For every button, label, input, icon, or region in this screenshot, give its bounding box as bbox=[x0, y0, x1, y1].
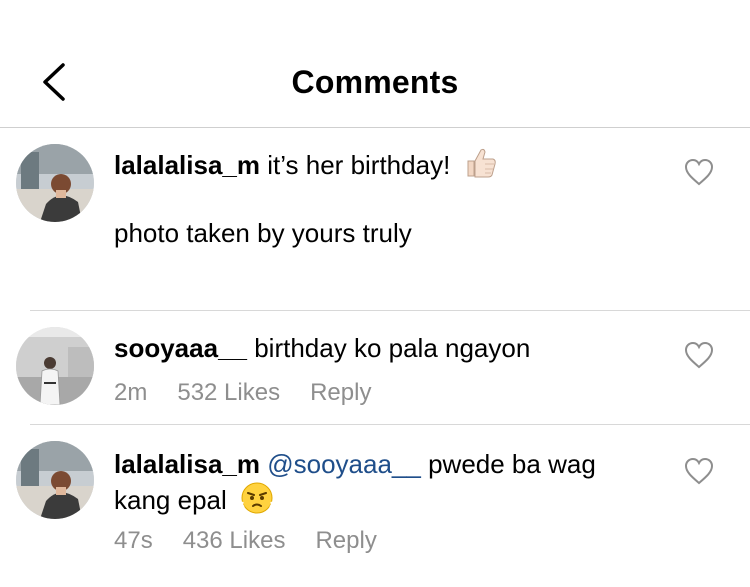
thumbs-up-icon bbox=[464, 146, 498, 188]
caption-item: lalalalisa_m it’s her birthday! photo ta… bbox=[0, 128, 750, 310]
heart-icon[interactable] bbox=[684, 158, 714, 186]
caption-body: it’s her birthday! bbox=[267, 150, 451, 180]
avatar[interactable] bbox=[16, 441, 94, 519]
comment-body: birthday ko pala ngayon bbox=[254, 333, 531, 363]
comment-item: sooyaaa__ birthday ko pala ngayon 2m 532… bbox=[0, 311, 750, 425]
comment-body: pwede ba wag bbox=[428, 449, 596, 479]
comment-item: lalalalisa_m @sooyaaa__ pwede ba wag kan… bbox=[0, 425, 750, 587]
caption-text: lalalalisa_m it’s her birthday! bbox=[114, 146, 670, 188]
heart-icon[interactable] bbox=[684, 457, 714, 485]
comment-timestamp: 2m bbox=[114, 379, 148, 406]
reply-button[interactable]: Reply bbox=[315, 527, 376, 555]
caption-username[interactable]: lalalalisa_m bbox=[114, 150, 260, 180]
heart-icon[interactable] bbox=[684, 341, 714, 369]
comment-text: sooyaaa__ birthday ko pala ngayon bbox=[114, 331, 670, 365]
comment-meta: 47s 436 Likes Reply bbox=[114, 527, 377, 555]
comment-body-continued: kang epal bbox=[114, 485, 227, 515]
header-bar: Comments bbox=[0, 0, 750, 128]
comment-text: lalalalisa_m @sooyaaa__ pwede ba wag kan… bbox=[114, 447, 670, 523]
avatar[interactable] bbox=[16, 327, 94, 405]
comment-username[interactable]: sooyaaa__ bbox=[114, 333, 247, 363]
mention-link[interactable]: @sooyaaa__ bbox=[267, 449, 421, 479]
page-title: Comments bbox=[291, 64, 459, 100]
comment-timestamp: 47s bbox=[114, 527, 153, 554]
caption-second-line: photo taken by yours truly bbox=[114, 218, 412, 248]
reply-button[interactable]: Reply bbox=[310, 379, 371, 407]
avatar[interactable] bbox=[16, 144, 94, 222]
angry-face-icon bbox=[240, 481, 274, 523]
comment-meta: 2m 532 Likes Reply bbox=[114, 379, 371, 407]
likes-count[interactable]: 532 Likes bbox=[177, 379, 280, 407]
likes-count[interactable]: 436 Likes bbox=[183, 527, 286, 555]
comment-username[interactable]: lalalalisa_m bbox=[114, 449, 260, 479]
